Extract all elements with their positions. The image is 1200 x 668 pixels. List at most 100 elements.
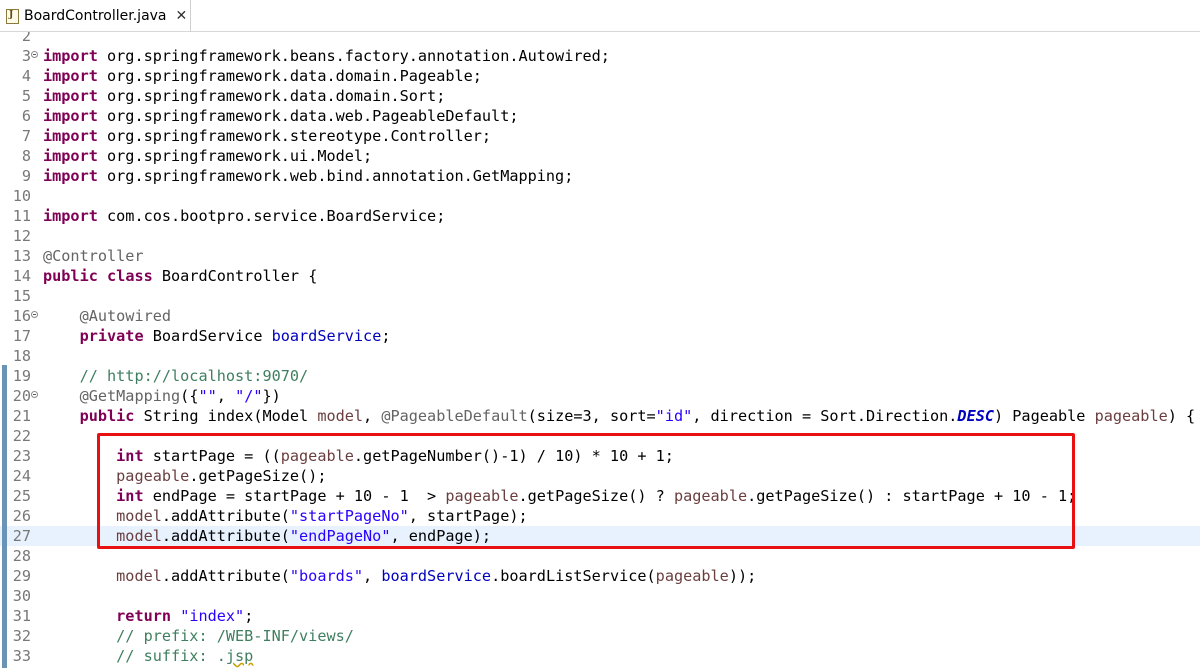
code-token: model [116, 527, 162, 545]
code-token: org.springframework.data.domain.Sort; [97, 87, 446, 105]
code-text: import org.springframework.data.domain.P… [43, 66, 482, 86]
code-token: pageable [673, 487, 748, 505]
line-number: 16 [12, 307, 31, 325]
code-token: org.springframework.ui.Model; [97, 147, 373, 165]
tab-label: BoardController.java [24, 8, 167, 24]
code-token: model [317, 407, 364, 425]
code-line[interactable]: 15 [0, 286, 1200, 306]
code-text: import org.springframework.stereotype.Co… [43, 126, 491, 146]
code-line[interactable]: 27 model.addAttribute("endPageNo", endPa… [0, 526, 1200, 546]
code-line[interactable]: 18 [0, 346, 1200, 366]
code-line[interactable]: 8 import org.springframework.ui.Model; [0, 146, 1200, 166]
code-line[interactable]: 16 @Autowired [0, 306, 1200, 326]
code-text: model.addAttribute("startPageNo", startP… [43, 506, 527, 526]
code-token: .getPageSize() : startPage + 10 - 1; [747, 487, 1077, 505]
code-text: @Autowired [43, 306, 171, 326]
code-line[interactable]: 6 import org.springframework.data.web.Pag… [0, 106, 1200, 126]
close-icon[interactable]: ✕ [176, 8, 188, 24]
line-number: 5 [21, 87, 31, 105]
line-number: 11 [12, 207, 31, 225]
line-number: 17 [12, 327, 31, 345]
line-number: 8 [21, 147, 31, 165]
code-line[interactable]: 31 return "index"; [0, 606, 1200, 626]
code-editor[interactable]: 33 // suffix: .jsp 32 // prefix: /WEB-INF… [0, 32, 1200, 668]
code-line[interactable]: 5 import org.springframework.data.domain.… [0, 86, 1200, 106]
code-token: "" [198, 387, 217, 405]
code-line[interactable]: 14 public class BoardController { [0, 266, 1200, 286]
code-line[interactable]: 21 public String index(Model model, @Pag… [0, 406, 1200, 426]
code-token: ; [381, 327, 391, 345]
code-token: import [43, 107, 98, 125]
tab-boardcontroller-java[interactable]: J BoardController.java ✕ [0, 0, 191, 32]
code-token: "id" [655, 407, 693, 425]
line-number: 14 [12, 267, 31, 285]
code-line[interactable]: 33 // suffix: .jsp [0, 646, 1200, 666]
code-token: model [116, 567, 162, 585]
code-token: DESC [957, 407, 994, 425]
code-token: , [363, 407, 382, 425]
code-token: , [216, 387, 236, 405]
code-token: .addAttribute( [161, 567, 290, 585]
code-token: pageable [445, 487, 519, 505]
line-number: 2 [21, 32, 31, 45]
code-text: public String index(Model model, @Pageab… [43, 406, 1196, 426]
code-token: import [43, 67, 98, 85]
code-line[interactable]: 25 int endPage = startPage + 10 - 1 > pa… [0, 486, 1200, 506]
code-text: model.addAttribute("boards", boardServic… [43, 566, 756, 586]
code-token: @PageableDefault [381, 407, 528, 425]
code-token: pageable [280, 447, 354, 465]
line-number: 12 [12, 227, 31, 245]
code-line[interactable]: 26 model.addAttribute("startPageNo", sta… [0, 506, 1200, 526]
code-line[interactable]: 24 pageable.getPageSize(); [0, 466, 1200, 486]
code-token: // prefix: /WEB-INF/views/ [116, 627, 354, 645]
fold-toggle-icon[interactable] [31, 51, 38, 58]
code-line[interactable]: 30 [0, 586, 1200, 606]
code-text: @Controller [43, 246, 144, 266]
code-token: org.springframework.beans.factory.annota… [97, 47, 610, 65]
code-token: BoardService [143, 327, 272, 345]
code-token: "/" [235, 387, 263, 405]
code-line[interactable]: 29 model.addAttribute("boards", boardSer… [0, 566, 1200, 586]
code-line[interactable]: 9 import org.springframework.web.bind.ann… [0, 166, 1200, 186]
code-token: int [116, 447, 144, 465]
code-token: , [363, 567, 382, 585]
code-line[interactable]: 20 @GetMapping({"", "/"}) [0, 386, 1200, 406]
code-line[interactable]: 22 [0, 426, 1200, 446]
line-number: 13 [12, 247, 31, 265]
code-token: public [43, 267, 98, 285]
code-line[interactable]: 12 [0, 226, 1200, 246]
code-token: return [116, 607, 172, 625]
code-line[interactable]: 32 // prefix: /WEB-INF/views/ [0, 626, 1200, 646]
code-token: // http://localhost:9070/ [79, 367, 309, 385]
code-token: BoardController { [152, 267, 318, 285]
code-text: @GetMapping({"", "/"}) [43, 386, 281, 406]
code-line[interactable]: 7 import org.springframework.stereotype.C… [0, 126, 1200, 146]
code-line[interactable]: 28 [0, 546, 1200, 566]
code-line[interactable]: 13 @Controller [0, 246, 1200, 266]
code-text: import com.cos.bootpro.service.BoardServ… [43, 206, 445, 226]
code-text: public class BoardController { [43, 266, 317, 286]
code-line[interactable]: 17 private BoardService boardService; [0, 326, 1200, 346]
fold-toggle-icon[interactable] [31, 391, 38, 398]
code-line[interactable]: 23 int startPage = ((pageable.getPageNum… [0, 446, 1200, 466]
code-line[interactable]: 4 import org.springframework.data.domain.… [0, 66, 1200, 86]
code-line[interactable]: 3 import org.springframework.beans.factor… [0, 46, 1200, 66]
code-token: , endPage); [390, 527, 492, 545]
fold-toggle-icon[interactable] [31, 311, 38, 318]
code-text: pageable.getPageSize(); [43, 466, 326, 486]
code-line[interactable]: 10 [0, 186, 1200, 206]
java-file-icon: J [6, 8, 19, 24]
code-text: // suffix: .jsp [43, 646, 253, 666]
code-line[interactable]: 11 import com.cos.bootpro.service.BoardSe… [0, 206, 1200, 226]
code-line[interactable]: 2 [0, 32, 1200, 46]
code-line[interactable]: 19 // http://localhost:9070/ [0, 366, 1200, 386]
code-text: private BoardService boardService; [43, 326, 391, 346]
